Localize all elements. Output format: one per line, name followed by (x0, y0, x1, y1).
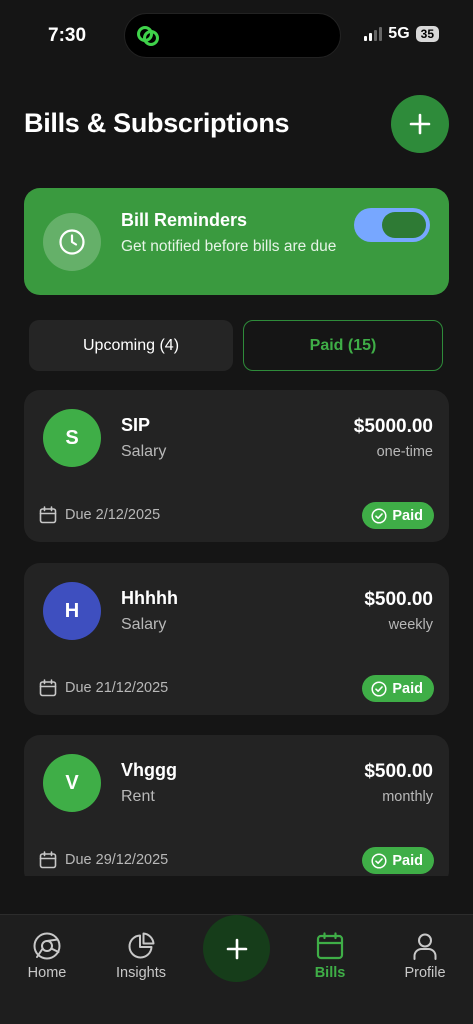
nav-home[interactable]: Home (7, 931, 87, 981)
calendar-icon (316, 932, 344, 960)
bill-category: Rent (121, 788, 155, 805)
status-label: Paid (392, 680, 423, 697)
nav-profile[interactable]: Profile (385, 931, 465, 981)
status-time: 7:30 (48, 25, 87, 46)
bill-amount: $500.00 (364, 761, 433, 782)
bill-due: Due 21/12/2025 (39, 679, 168, 697)
check-circle-icon (371, 680, 387, 697)
plus-icon (409, 113, 431, 135)
status-badge: Paid (362, 502, 434, 529)
bill-due: Due 29/12/2025 (39, 851, 168, 869)
status-badge: Paid (362, 675, 434, 702)
bill-due-date: Due 29/12/2025 (65, 852, 169, 868)
bill-category: Salary (121, 616, 167, 633)
calendar-icon (39, 679, 57, 697)
status-label: Paid (392, 852, 423, 869)
bill-reminders-card: Bill Reminders Get notified before bills… (24, 188, 449, 295)
center-add-button[interactable] (203, 915, 270, 982)
nav-label: Bills (314, 965, 346, 981)
signal-icon (364, 27, 383, 41)
user-icon (413, 933, 437, 960)
bill-avatar: V (43, 754, 101, 812)
toggle-knob (382, 212, 426, 238)
nav-label: Home (27, 965, 67, 981)
reminder-icon-circle (43, 213, 101, 271)
bill-card[interactable]: S SIP Salary $5000.00 one-time Due 2/12/… (24, 390, 449, 542)
bill-amount: $5000.00 (353, 416, 433, 437)
plus-icon (226, 938, 247, 959)
check-circle-icon (371, 507, 387, 524)
bill-name: Vhggg (121, 760, 177, 780)
status-bar: 7:30 5G 35 (0, 0, 473, 70)
battery-icon: 35 (415, 26, 439, 42)
bill-due: Due 2/12/2025 (39, 506, 160, 524)
bill-avatar: H (43, 582, 101, 640)
reminder-toggle[interactable] (354, 208, 430, 242)
link-icon (137, 26, 159, 46)
nav-label: Profile (404, 965, 446, 981)
bill-category: Salary (121, 443, 167, 460)
network-label: 5G (388, 25, 410, 42)
pie-chart-icon (128, 932, 155, 959)
nav-bills[interactable]: Bills (290, 931, 370, 981)
status-label: Paid (392, 507, 423, 524)
bill-frequency: monthly (382, 789, 433, 805)
tab-upcoming[interactable]: Upcoming (4) (29, 320, 233, 371)
bill-list[interactable]: S SIP Salary $5000.00 one-time Due 2/12/… (0, 390, 473, 876)
bill-name: SIP (121, 415, 151, 435)
add-bill-button[interactable] (391, 95, 449, 153)
status-badge: Paid (362, 847, 434, 874)
page-title: Bills & Subscriptions (24, 108, 290, 138)
tab-paid[interactable]: Paid (15) (243, 320, 443, 371)
dynamic-island (124, 13, 341, 58)
clock-icon (59, 229, 85, 255)
nav-insights[interactable]: Insights (101, 931, 181, 981)
bill-avatar: S (43, 409, 101, 467)
bill-name: Hhhhh (121, 588, 178, 608)
bill-frequency: weekly (388, 617, 433, 633)
bill-frequency: one-time (376, 444, 433, 460)
bill-due-date: Due 21/12/2025 (65, 680, 169, 696)
calendar-icon (39, 851, 57, 869)
reminder-subtitle: Get notified before bills are due (121, 238, 337, 255)
check-circle-icon (371, 852, 387, 869)
nav-label: Insights (116, 965, 166, 981)
home-icon (33, 932, 61, 960)
bill-due-date: Due 2/12/2025 (65, 507, 161, 523)
reminder-title: Bill Reminders (121, 210, 248, 230)
bill-card[interactable]: H Hhhhh Salary $500.00 weekly Due 21/12/… (24, 563, 449, 715)
status-indicators: 5G 35 (364, 25, 439, 43)
calendar-icon (39, 506, 57, 524)
bottom-nav: Home Insights Bills Profile (0, 914, 473, 1024)
bill-card[interactable]: V Vhggg Rent $500.00 monthly Due 29/12/2… (24, 735, 449, 876)
bill-amount: $500.00 (364, 589, 433, 610)
